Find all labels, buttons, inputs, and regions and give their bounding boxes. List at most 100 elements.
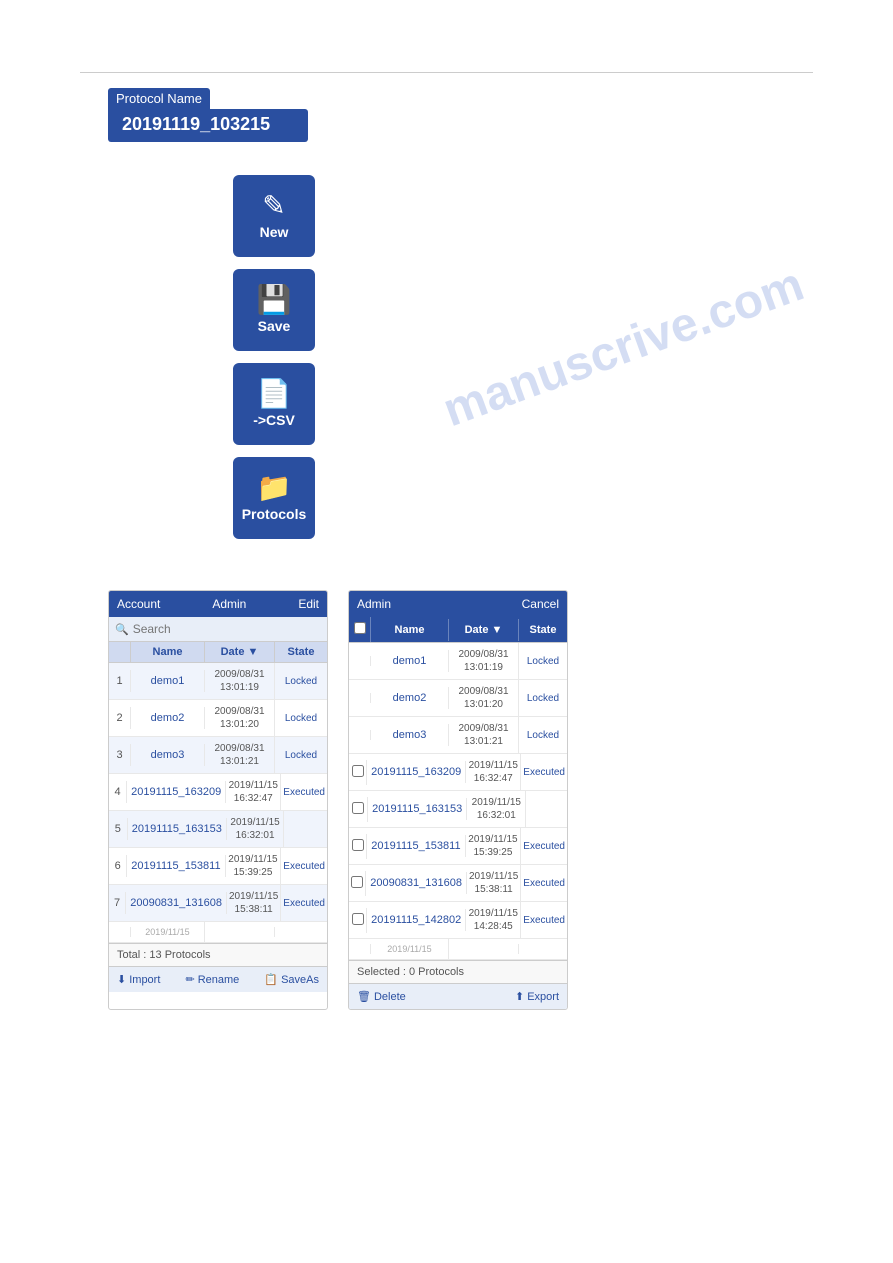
- row-state: [526, 804, 567, 814]
- protocols-icon: 📁: [257, 474, 292, 502]
- row-name: 20191115_163209: [367, 761, 466, 783]
- row-checkbox-input[interactable]: [352, 913, 364, 925]
- row-date: 2009/08/3113:01:19: [205, 663, 275, 699]
- row-checkbox-input[interactable]: [352, 765, 364, 777]
- row-checkbox-input[interactable]: [352, 802, 364, 814]
- row-state: Locked: [275, 708, 327, 729]
- rename-icon: ✏: [185, 973, 194, 986]
- row-state: Locked: [519, 688, 567, 709]
- page-container: Protocol Name 20191119_103215 ✎ New 💾 Sa…: [0, 0, 893, 1263]
- row-num: 4: [109, 781, 127, 803]
- row-checkbox[interactable]: [349, 908, 367, 933]
- right-table-header: Admin Cancel: [349, 591, 567, 617]
- table-row[interactable]: 4 20191115_163209 2019/11/1516:32:47 Exe…: [109, 774, 327, 811]
- search-input[interactable]: [133, 622, 321, 636]
- tables-section: Account Admin Edit 🔍 Name Date ▼ State 1…: [108, 590, 568, 1010]
- row-date: 2009/08/3113:01:20: [205, 700, 275, 736]
- table-row[interactable]: 6 20191115_153811 2019/11/1515:39:25 Exe…: [109, 848, 327, 885]
- row-state: Executed: [281, 856, 327, 877]
- table-row[interactable]: 3 demo3 2009/08/3113:01:21 Locked: [109, 737, 327, 774]
- rename-label: Rename: [198, 974, 240, 986]
- cancel-label[interactable]: Cancel: [522, 597, 559, 611]
- col-date-header[interactable]: Date ▼: [205, 642, 275, 662]
- right-col-check-header[interactable]: [349, 617, 371, 642]
- row-date: [449, 944, 519, 954]
- row-state: Executed: [521, 873, 567, 894]
- protocols-label: Protocols: [242, 506, 307, 522]
- row-name: demo1: [371, 650, 449, 672]
- table-row[interactable]: 20191115_153811 2019/11/1515:39:25 Execu…: [349, 828, 567, 865]
- new-label: New: [260, 224, 289, 240]
- row-checkbox[interactable]: [349, 871, 366, 896]
- new-button[interactable]: ✎ New: [233, 175, 315, 257]
- row-state: Locked: [275, 671, 327, 692]
- table-row: 2019/11/15: [109, 922, 327, 943]
- table-row[interactable]: 20191115_163209 2019/11/1516:32:47 Execu…: [349, 754, 567, 791]
- row-name: demo3: [371, 724, 449, 746]
- table-row[interactable]: 1 demo1 2009/08/3113:01:19 Locked: [109, 663, 327, 700]
- table-row[interactable]: demo1 2009/08/3113:01:19 Locked: [349, 643, 567, 680]
- export-button[interactable]: ⬆ Export: [511, 988, 563, 1005]
- row-date: 2019/11/1516:32:01: [227, 811, 284, 847]
- row-checkbox[interactable]: [349, 656, 371, 666]
- row-checkbox[interactable]: [349, 834, 367, 859]
- left-col-headers: Name Date ▼ State: [109, 642, 327, 663]
- row-date: 2009/08/3113:01:21: [449, 717, 519, 753]
- save-icon: 💾: [257, 286, 292, 314]
- row-name: 20191115_153811: [127, 855, 225, 877]
- saveas-button[interactable]: 📋 SaveAs: [260, 971, 323, 988]
- delete-button[interactable]: 🗑 Delete: [353, 988, 410, 1005]
- row-checkbox[interactable]: [349, 730, 371, 740]
- row-state: Executed: [521, 762, 567, 783]
- row-state: [519, 944, 567, 954]
- row-state: [284, 824, 327, 834]
- row-checkbox[interactable]: [349, 760, 367, 785]
- protocol-name-section: Protocol Name 20191119_103215: [108, 88, 308, 142]
- row-checkbox-input[interactable]: [351, 876, 363, 888]
- row-date: 2019/11/1514:28:45: [466, 902, 521, 938]
- select-all-checkbox[interactable]: [354, 622, 366, 634]
- row-num: [109, 927, 131, 937]
- table-row[interactable]: 20090831_131608 2019/11/1515:38:11 Execu…: [349, 865, 567, 902]
- row-date: 2009/08/3113:01:20: [449, 680, 519, 716]
- row-state: Executed: [521, 836, 567, 857]
- row-name: 20090831_131608: [366, 872, 467, 894]
- row-date: 2019/11/1516:32:01: [467, 791, 526, 827]
- csv-button[interactable]: 📄 ->CSV: [233, 363, 315, 445]
- row-checkbox[interactable]: [349, 693, 371, 703]
- row-date: [205, 927, 275, 937]
- saveas-icon: 📋: [264, 973, 278, 986]
- edit-label: Edit: [298, 597, 319, 611]
- delete-icon: 🗑: [357, 990, 371, 1003]
- new-icon: ✎: [262, 192, 285, 220]
- right-col-date-header[interactable]: Date ▼: [449, 619, 519, 641]
- col-state-header: State: [275, 642, 327, 662]
- right-table-actions: 🗑 Delete ⬆ Export: [349, 983, 567, 1009]
- save-button[interactable]: 💾 Save: [233, 269, 315, 351]
- delete-label: Delete: [374, 991, 406, 1003]
- search-bar[interactable]: 🔍: [109, 617, 327, 642]
- table-row[interactable]: 2 demo2 2009/08/3113:01:20 Locked: [109, 700, 327, 737]
- right-table: Admin Cancel Name Date ▼ State demo1 200…: [348, 590, 568, 1010]
- table-row[interactable]: 5 20191115_163153 2019/11/1516:32:01: [109, 811, 327, 848]
- table-row[interactable]: demo3 2009/08/3113:01:21 Locked: [349, 717, 567, 754]
- csv-label: ->CSV: [253, 412, 295, 428]
- right-table-footer: Selected : 0 Protocols: [349, 960, 567, 983]
- row-state: [275, 927, 327, 937]
- rename-button[interactable]: ✏ Rename: [181, 971, 243, 988]
- left-table: Account Admin Edit 🔍 Name Date ▼ State 1…: [108, 590, 328, 1010]
- row-checkbox[interactable]: [349, 797, 368, 822]
- row-checkbox-input[interactable]: [352, 839, 364, 851]
- protocols-button[interactable]: 📁 Protocols: [233, 457, 315, 539]
- row-num: 2: [109, 707, 131, 729]
- row-name: 20191115_142802: [367, 909, 466, 931]
- row-state: Locked: [519, 651, 567, 672]
- protocol-name-value: 20191119_103215: [108, 109, 308, 142]
- row-state: Locked: [519, 725, 567, 746]
- table-row[interactable]: 20191115_142802 2019/11/1514:28:45 Execu…: [349, 902, 567, 939]
- import-button[interactable]: ⬇ Import: [113, 971, 164, 988]
- table-row[interactable]: 7 20090831_131608 2019/11/1515:38:11 Exe…: [109, 885, 327, 922]
- table-row[interactable]: demo2 2009/08/3113:01:20 Locked: [349, 680, 567, 717]
- table-row[interactable]: 20191115_163153 2019/11/1516:32:01: [349, 791, 567, 828]
- row-state: Locked: [275, 745, 327, 766]
